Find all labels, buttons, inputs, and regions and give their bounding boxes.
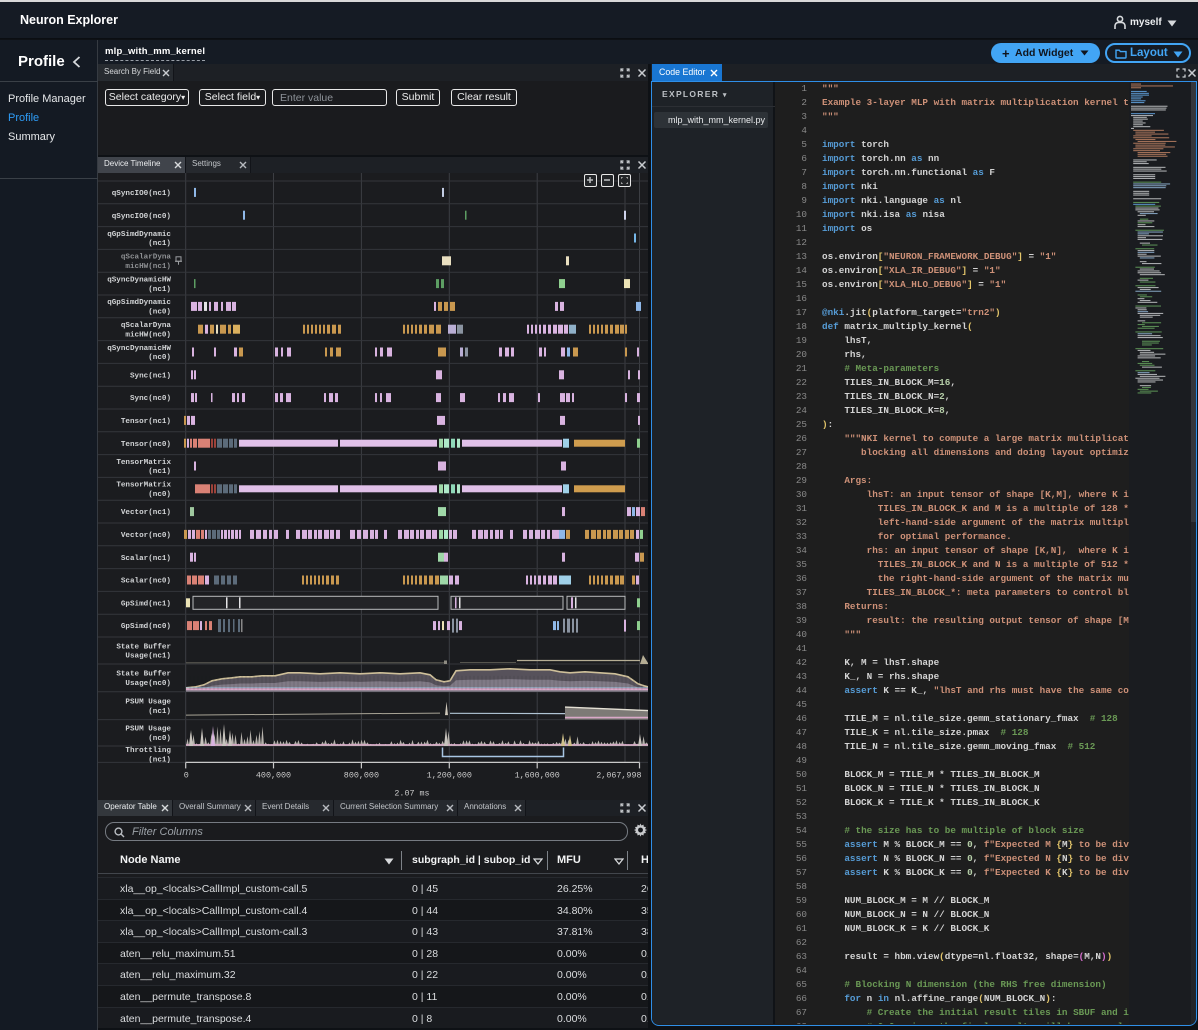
svg-text:PSUM Usage: PSUM Usage (125, 699, 171, 707)
svg-text:GpSimd(nc0): GpSimd(nc0) (121, 623, 171, 631)
svg-text:qSyncDynamicHW: qSyncDynamicHW (107, 345, 171, 353)
svg-text:0: 0 (184, 770, 189, 780)
svg-text:(nc0): (nc0) (148, 491, 171, 499)
svg-text:State Buffer: State Buffer (116, 671, 171, 679)
svg-text:qGpSimdDynamic: qGpSimdDynamic (107, 299, 171, 307)
svg-text:800,000: 800,000 (344, 770, 379, 780)
svg-text:State Buffer: State Buffer (116, 643, 171, 651)
svg-text:qSyncIO0(nc0): qSyncIO0(nc0) (112, 213, 171, 221)
svg-text:Sync(nc1): Sync(nc1) (130, 372, 171, 380)
svg-text:micHW(nc1): micHW(nc1) (125, 263, 171, 271)
svg-text:Throttling: Throttling (125, 747, 171, 755)
svg-text:qGpSimdDynamic: qGpSimdDynamic (107, 231, 171, 239)
svg-text:qScalarDyna: qScalarDyna (121, 254, 172, 262)
svg-text:2.07 ms: 2.07 ms (394, 788, 429, 798)
svg-text:Tensor(nc0): Tensor(nc0) (121, 441, 171, 449)
svg-text:(nc0): (nc0) (148, 309, 171, 317)
svg-text:TensorMatrix: TensorMatrix (116, 482, 171, 490)
svg-text:400,000: 400,000 (256, 770, 291, 780)
svg-text:TensorMatrix: TensorMatrix (116, 459, 171, 467)
svg-text:1,200,000: 1,200,000 (427, 770, 472, 780)
svg-text:micHW(nc0): micHW(nc0) (125, 331, 171, 339)
svg-text:Scalar(nc0): Scalar(nc0) (121, 578, 171, 586)
svg-text:2,067,998: 2,067,998 (596, 770, 641, 780)
svg-text:Vector(nc1): Vector(nc1) (121, 509, 171, 517)
svg-text:(nc1): (nc1) (148, 286, 171, 294)
svg-text:Usage(nc0): Usage(nc0) (125, 680, 171, 688)
svg-text:qSyncIO0(nc1): qSyncIO0(nc1) (112, 190, 171, 198)
svg-text:(nc0): (nc0) (148, 735, 171, 743)
svg-text:Sync(nc0): Sync(nc0) (130, 395, 171, 403)
svg-text:Vector(nc0): Vector(nc0) (121, 532, 171, 540)
svg-text:(nc1): (nc1) (148, 708, 171, 716)
svg-text:qScalarDyna: qScalarDyna (121, 322, 172, 330)
svg-text:Scalar(nc1): Scalar(nc1) (121, 555, 171, 563)
svg-text:Usage(nc1): Usage(nc1) (125, 653, 171, 661)
svg-text:Tensor(nc1): Tensor(nc1) (121, 418, 171, 426)
svg-text:1,600,000: 1,600,000 (515, 770, 560, 780)
svg-text:(nc1): (nc1) (148, 240, 171, 248)
svg-text:(nc1): (nc1) (148, 756, 171, 764)
svg-text:qSyncDynamicHW: qSyncDynamicHW (107, 276, 171, 284)
svg-text:PSUM Usage: PSUM Usage (125, 726, 171, 734)
svg-text:(nc0): (nc0) (148, 354, 171, 362)
svg-text:(nc1): (nc1) (148, 468, 171, 476)
svg-text:GpSimd(nc1): GpSimd(nc1) (121, 600, 171, 608)
